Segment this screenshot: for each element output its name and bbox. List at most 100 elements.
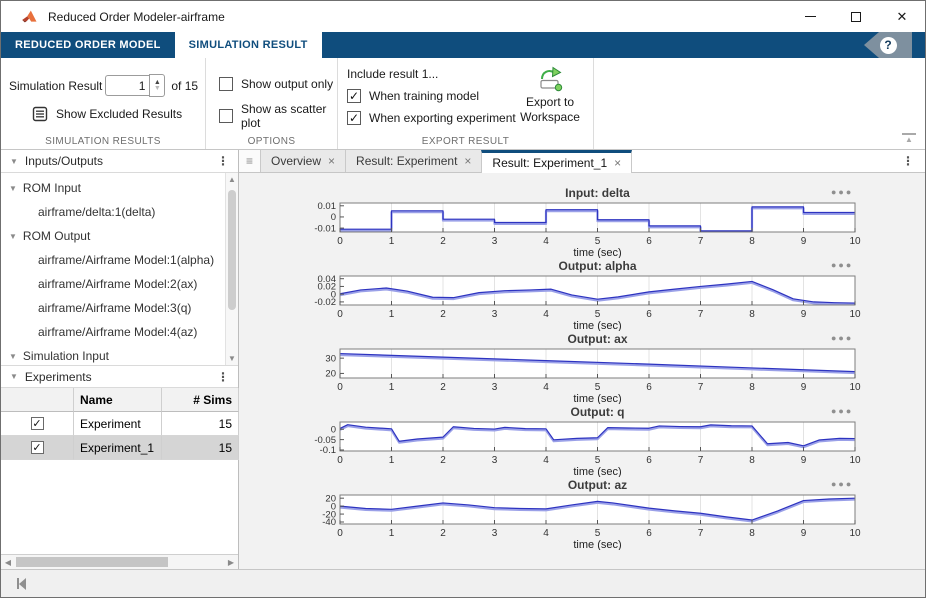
scroll-up-icon[interactable]: ▲ bbox=[228, 173, 236, 186]
document-bar-menu-icon[interactable]: ≡ bbox=[239, 150, 260, 172]
tree-node-ax[interactable]: airframe/Airframe Model:2(ax) bbox=[1, 272, 238, 296]
show-as-scatter-checkbox[interactable] bbox=[219, 109, 233, 123]
experiments-header[interactable]: ▼ Experiments ⋮ bbox=[1, 365, 238, 388]
collapse-toolstrip-button[interactable]: ▲ bbox=[902, 133, 916, 144]
collapse-triangle-icon[interactable]: ▼ bbox=[10, 372, 18, 381]
show-output-only-checkbox[interactable] bbox=[219, 77, 233, 91]
show-as-scatter-label: Show as scatter plot bbox=[241, 102, 337, 130]
scroll-right-icon[interactable]: ▶ bbox=[224, 558, 238, 567]
chart-title: Output: q bbox=[340, 405, 855, 419]
help-button[interactable]: ? bbox=[864, 32, 912, 58]
experiment-checkbox[interactable] bbox=[31, 417, 44, 430]
scroll-thumb[interactable] bbox=[228, 190, 236, 310]
when-training-checkbox[interactable] bbox=[347, 89, 361, 103]
tab-result-experiment[interactable]: Result: Experiment × bbox=[345, 150, 481, 172]
x-tick-label: 4 bbox=[543, 528, 549, 539]
section-options: Show output only Show as scatter plot OP… bbox=[206, 58, 338, 149]
x-tick-label: 1 bbox=[389, 455, 395, 466]
maximize-button[interactable] bbox=[833, 1, 879, 32]
tab-label: Result: Experiment_1 bbox=[492, 156, 607, 170]
tree-node-alpha[interactable]: airframe/Airframe Model:1(alpha) bbox=[1, 248, 238, 272]
inputs-outputs-menu-icon[interactable]: ⋮ bbox=[217, 154, 229, 168]
chart-title: Input: delta bbox=[340, 186, 855, 200]
minimize-button[interactable] bbox=[787, 1, 833, 32]
tree-expand-icon[interactable]: ▼ bbox=[9, 184, 17, 193]
tree-node-delta[interactable]: airframe/delta:1(delta) bbox=[1, 200, 238, 224]
y-tick-label: 0.01 bbox=[318, 202, 337, 212]
scroll-thumb[interactable] bbox=[16, 557, 168, 567]
section-label-export-result: EXPORT RESULT bbox=[338, 136, 593, 147]
minimize-icon bbox=[805, 16, 816, 17]
scroll-left-icon[interactable]: ◀ bbox=[1, 558, 15, 567]
chart-options-icon[interactable]: ●●● bbox=[831, 406, 853, 416]
simulation-result-label: Simulation Result bbox=[9, 79, 102, 93]
tab-bar-menu-icon[interactable]: ⋮ bbox=[891, 150, 925, 172]
chart-options-icon[interactable]: ●●● bbox=[831, 260, 853, 270]
chart-options-icon[interactable]: ●●● bbox=[831, 333, 853, 343]
x-tick-label: 4 bbox=[543, 455, 549, 466]
tree-expand-icon[interactable]: ▼ bbox=[9, 352, 17, 361]
tab-overview[interactable]: Overview × bbox=[260, 150, 345, 172]
tab-close-icon[interactable]: × bbox=[614, 156, 621, 170]
chart-options-icon[interactable]: ●●● bbox=[831, 479, 853, 489]
x-tick-label: 7 bbox=[698, 382, 704, 393]
experiment-sims: 15 bbox=[162, 436, 239, 460]
tree-node-label: airframe/delta:1(delta) bbox=[38, 205, 155, 219]
tree-node-label: airframe/Airframe Model:1(alpha) bbox=[38, 253, 214, 267]
left-panel: ▼ Inputs/Outputs ⋮ ▼ ROM Input airframe/… bbox=[1, 150, 239, 569]
tab-simulation-result[interactable]: SIMULATION RESULT bbox=[175, 32, 322, 58]
tree-node-q[interactable]: airframe/Airframe Model:3(q) bbox=[1, 296, 238, 320]
experiment-row[interactable]: Experiment_1 15 bbox=[1, 436, 238, 460]
tab-reduced-order-model[interactable]: REDUCED ORDER MODEL bbox=[1, 32, 175, 58]
y-tick-label: -0.01 bbox=[314, 223, 336, 234]
chart-input-delta: Input: delta●●●0.010-0.01012345678910tim… bbox=[295, 186, 920, 259]
collapse-panel-button[interactable] bbox=[17, 578, 26, 590]
tree-node-simulation-input[interactable]: ▼ Simulation Input bbox=[1, 344, 238, 365]
x-axis-label: time (sec) bbox=[573, 539, 621, 550]
section-label-simulation-results: SIMULATION RESULTS bbox=[1, 136, 205, 147]
app-window: Reduced Order Modeler-airframe ✕ REDUCED… bbox=[0, 0, 926, 598]
show-as-scatter-checkbox-row[interactable]: Show as scatter plot bbox=[219, 102, 337, 130]
chart-plot: 0.040.020-0.02012345678910time (sec) bbox=[295, 275, 920, 331]
tab-close-icon[interactable]: × bbox=[328, 154, 335, 168]
main-area: ≡ Overview × Result: Experiment × Result… bbox=[239, 150, 925, 569]
when-exporting-label: When exporting experiment bbox=[369, 111, 516, 125]
export-to-workspace-button[interactable]: Export to Workspace bbox=[513, 65, 587, 125]
show-excluded-results-button[interactable]: Show Excluded Results bbox=[32, 106, 205, 122]
chart-options-icon[interactable]: ●●● bbox=[831, 187, 853, 197]
matlab-logo-icon bbox=[21, 9, 38, 25]
tree-node-rom-input[interactable]: ▼ ROM Input bbox=[1, 176, 238, 200]
experiments-horizontal-scrollbar[interactable]: ◀ ▶ bbox=[1, 554, 238, 569]
stepper-down-icon[interactable]: ▼ bbox=[154, 86, 161, 92]
collapse-triangle-icon[interactable]: ▼ bbox=[10, 157, 18, 166]
tab-result-experiment-1[interactable]: Result: Experiment_1 × bbox=[481, 150, 632, 173]
tree-node-az[interactable]: airframe/Airframe Model:4(az) bbox=[1, 320, 238, 344]
inputs-outputs-title: Inputs/Outputs bbox=[25, 154, 217, 168]
scroll-down-icon[interactable]: ▼ bbox=[228, 352, 236, 365]
simulation-result-spinner-value[interactable]: 1 bbox=[105, 75, 149, 96]
simulation-result-stepper[interactable]: ▲ ▼ bbox=[149, 74, 165, 97]
experiment-checkbox[interactable] bbox=[31, 441, 44, 454]
tree-expand-icon[interactable]: ▼ bbox=[9, 232, 17, 241]
show-output-only-checkbox-row[interactable]: Show output only bbox=[219, 77, 337, 91]
export-to-workspace-icon bbox=[535, 65, 565, 92]
experiment-row[interactable]: Experiment 15 bbox=[1, 412, 238, 436]
x-tick-label: 8 bbox=[749, 236, 755, 247]
experiments-table: Name # Sims Experiment 15 Experiment_1 1… bbox=[1, 388, 238, 460]
close-button[interactable]: ✕ bbox=[879, 1, 925, 32]
tab-close-icon[interactable]: × bbox=[464, 154, 471, 168]
x-axis-label: time (sec) bbox=[573, 393, 621, 404]
tree-node-rom-output[interactable]: ▼ ROM Output bbox=[1, 224, 238, 248]
experiments-menu-icon[interactable]: ⋮ bbox=[217, 370, 229, 384]
when-exporting-checkbox[interactable] bbox=[347, 111, 361, 125]
tree-scrollbar[interactable]: ▲ ▼ bbox=[225, 173, 238, 365]
x-tick-label: 3 bbox=[492, 382, 498, 393]
inputs-outputs-header[interactable]: ▼ Inputs/Outputs ⋮ bbox=[1, 150, 238, 173]
toolstrip-filler bbox=[594, 58, 925, 149]
x-tick-label: 1 bbox=[389, 528, 395, 539]
x-tick-label: 3 bbox=[492, 309, 498, 320]
x-tick-label: 0 bbox=[337, 528, 343, 539]
chart-output-az: Output: az●●●200-20-40012345678910time (… bbox=[295, 478, 920, 551]
section-export-result: Include result 1... When training model … bbox=[338, 58, 594, 149]
x-tick-label: 2 bbox=[440, 382, 446, 393]
